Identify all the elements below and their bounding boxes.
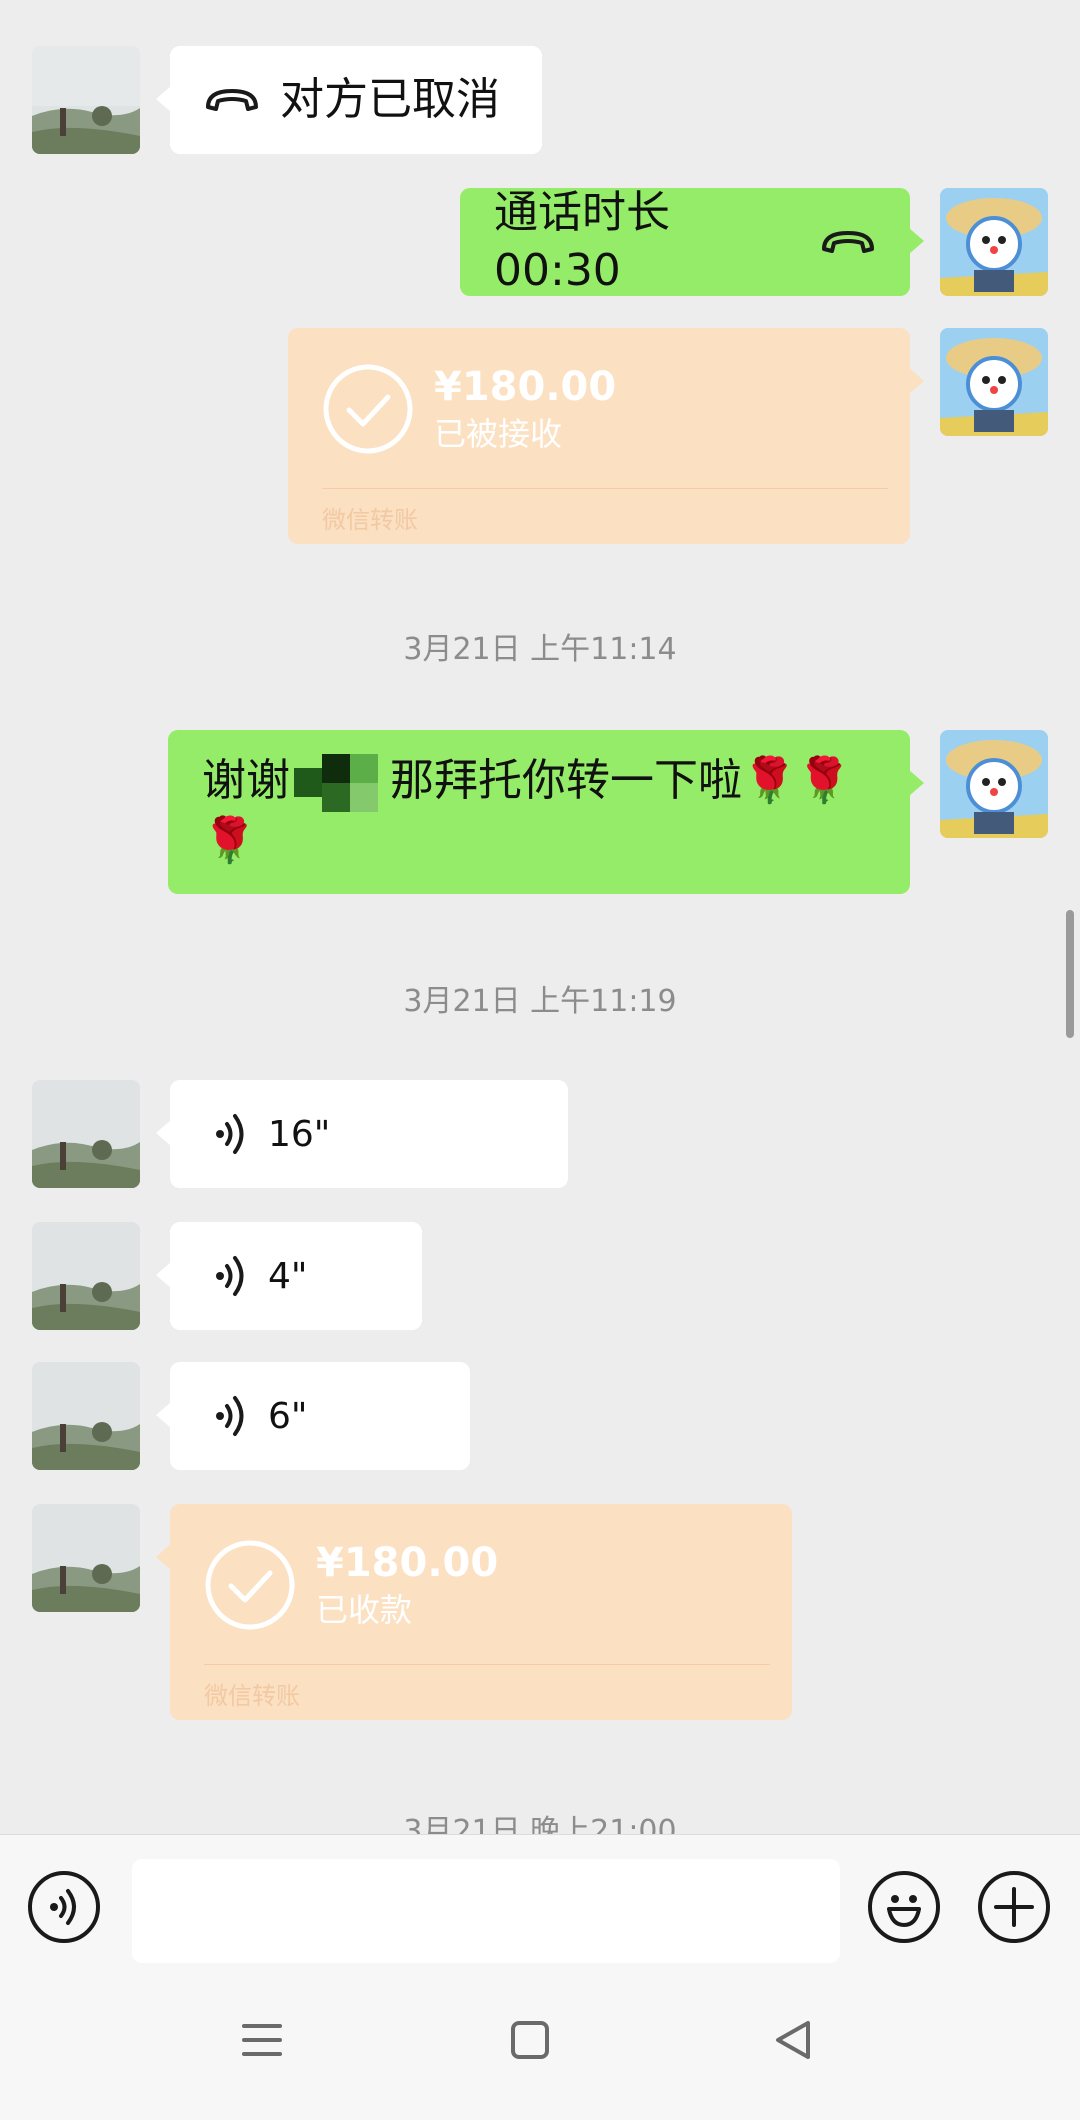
transfer-received-card[interactable]: ¥180.00 已收款 微信转账 [156,1504,792,1720]
back-triangle-icon [776,2021,810,2059]
check-circle-icon [323,364,413,454]
message-input[interactable] [132,1859,840,1963]
chat-area[interactable]: 对方已取消 通话时长 00:30 ¥180.00 已被接收 微信转账 3月21日… [0,0,1080,1834]
timestamp: 3月21日 晚上21:00 [403,1814,677,1834]
voice-duration: 4" [268,1255,308,1297]
contact-avatar[interactable] [32,1080,140,1188]
my-avatar[interactable] [940,188,1048,296]
divider [322,488,888,489]
home-square-icon [511,2021,549,2059]
add-button[interactable] [978,1871,1050,1943]
divider [204,1664,770,1665]
menu-icon [242,2024,282,2056]
timestamp: 3月21日 上午11:19 [403,984,677,1019]
transfer-accepted-card[interactable]: ¥180.00 已被接收 微信转账 [288,328,924,544]
voice-message-bubble[interactable]: 4" [156,1222,422,1330]
call-cancelled-text: 对方已取消 [280,74,500,125]
text-message-bubble[interactable]: 谢谢 那拜托你转一下啦🌹🌹🌹 [168,730,924,894]
message-text-prefix: 谢谢 [202,755,290,806]
check-circle-icon [205,1540,295,1630]
home-button[interactable] [508,2018,552,2066]
my-avatar[interactable] [940,328,1048,436]
voice-duration: 16" [268,1113,331,1155]
transfer-status: 已被接收 [434,415,563,453]
call-duration-text: 通话时长 00:30 [494,187,670,296]
voice-message-bubble[interactable]: 16" [156,1080,568,1188]
transfer-status: 已收款 [316,1591,413,1629]
voice-input-icon [50,1889,76,1925]
pixelated-image [294,754,378,812]
timestamp: 3月21日 上午11:14 [403,632,677,667]
contact-avatar[interactable] [32,1362,140,1470]
voice-wave-icon [216,1256,244,1296]
emoji-button[interactable] [868,1871,940,1943]
navigation-bar [0,1984,1080,2120]
contact-avatar[interactable] [32,46,140,154]
plus-circle-icon [994,1887,1034,1927]
transfer-amount: ¥180.00 [316,1540,499,1586]
back-button[interactable] [770,2018,814,2066]
contact-avatar[interactable] [32,1222,140,1330]
transfer-label: 微信转账 [322,506,418,534]
phone-hangup-icon [822,231,874,253]
my-avatar[interactable] [940,730,1048,838]
contact-avatar[interactable] [32,1504,140,1612]
voice-message-bubble[interactable]: 6" [156,1362,470,1470]
scrollbar[interactable] [1066,910,1074,1038]
voice-wave-icon [216,1396,244,1436]
phone-hangup-icon [206,89,258,111]
input-bar [0,1834,1080,1984]
menu-button[interactable] [240,2018,284,2066]
transfer-label: 微信转账 [204,1682,300,1710]
voice-wave-icon [216,1114,244,1154]
emoji-icon [887,1895,921,1927]
call-cancelled-bubble[interactable]: 对方已取消 [156,46,542,154]
transfer-amount: ¥180.00 [434,364,617,410]
voice-input-button[interactable] [28,1871,100,1943]
voice-duration: 6" [268,1395,308,1437]
call-duration-bubble[interactable]: 通话时长 00:30 [460,187,924,296]
